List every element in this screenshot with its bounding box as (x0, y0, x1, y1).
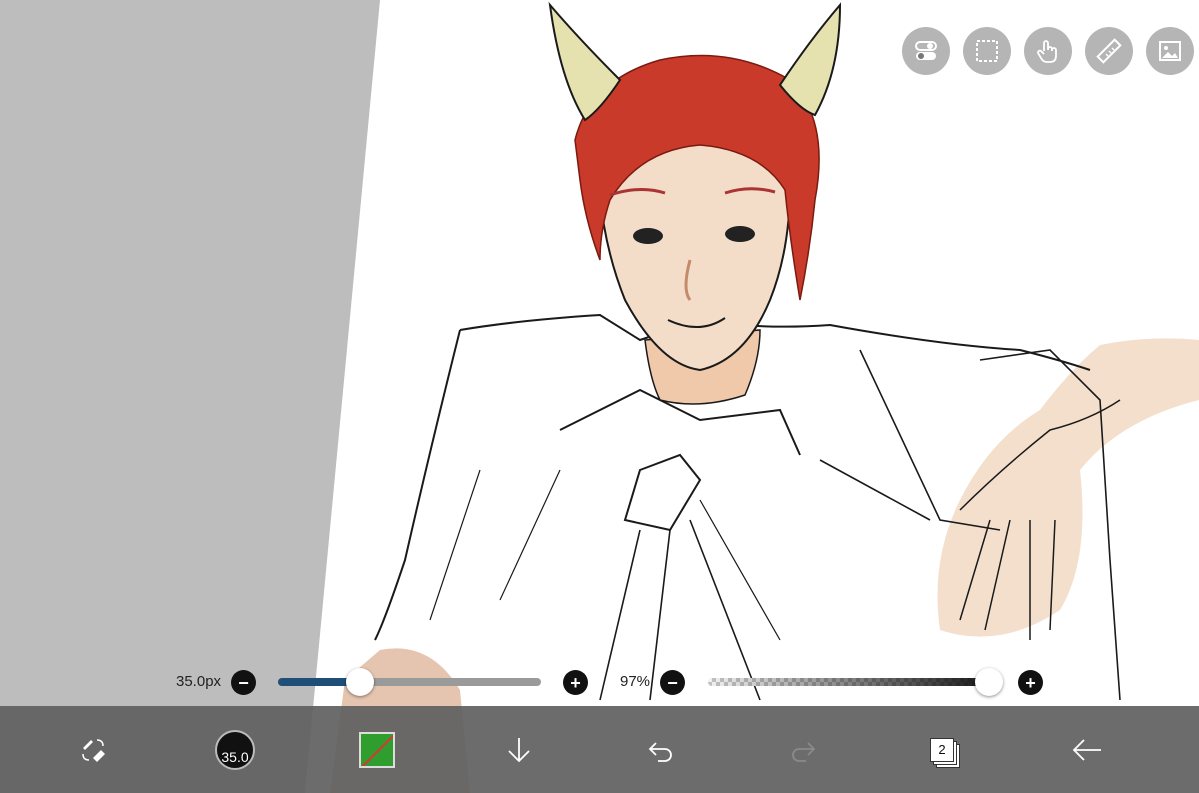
opacity-track[interactable] (708, 678, 998, 686)
bottom-toolbar: 35.0 2 (0, 706, 1199, 793)
brush-size-knob[interactable] (345, 668, 374, 696)
image-button[interactable] (1146, 27, 1194, 75)
selection-button[interactable] (963, 27, 1011, 75)
brush-size-button[interactable]: 35.0 (195, 706, 275, 793)
brush-size-label: 35.0px (176, 673, 222, 690)
selection-icon (976, 40, 998, 62)
brush-size-value: 35.0 (221, 748, 249, 765)
minus-icon: − (238, 672, 249, 693)
arrow-down-icon (508, 737, 530, 762)
undo-button[interactable] (621, 706, 701, 793)
brush-eraser-swap-icon (82, 738, 105, 762)
color-swatch-icon (359, 731, 395, 768)
back-arrow-icon (1072, 738, 1101, 761)
plus-icon: + (1025, 672, 1036, 693)
back-button[interactable] (1047, 706, 1127, 793)
redo-icon (792, 741, 816, 762)
brush-eraser-swap-button[interactable] (53, 706, 133, 793)
toggle-icon (915, 41, 937, 60)
layer-count: 2 (938, 742, 946, 757)
layers-button[interactable]: 2 (902, 706, 982, 793)
ruler-button[interactable] (1085, 27, 1133, 75)
opacity-label: 97% (620, 673, 651, 690)
redo-button[interactable] (763, 706, 843, 793)
layers-icon: 2 (930, 737, 954, 762)
brush-size-icon: 35.0 (215, 729, 255, 770)
ruler-icon (1096, 38, 1122, 64)
brush-size-increase-button[interactable]: + (563, 670, 588, 695)
image-icon (1159, 41, 1181, 61)
minus-icon: − (667, 672, 678, 693)
download-button[interactable] (479, 706, 559, 793)
opacity-decrease-button[interactable]: − (660, 670, 685, 695)
opacity-increase-button[interactable]: + (1018, 670, 1043, 695)
hand-icon (1037, 40, 1057, 63)
color-button[interactable] (337, 706, 417, 793)
plus-icon: + (570, 672, 581, 693)
toggle-button[interactable] (902, 27, 950, 75)
undo-icon (648, 741, 672, 762)
hand-tool-button[interactable] (1024, 27, 1072, 75)
brush-size-decrease-button[interactable]: − (231, 670, 256, 695)
